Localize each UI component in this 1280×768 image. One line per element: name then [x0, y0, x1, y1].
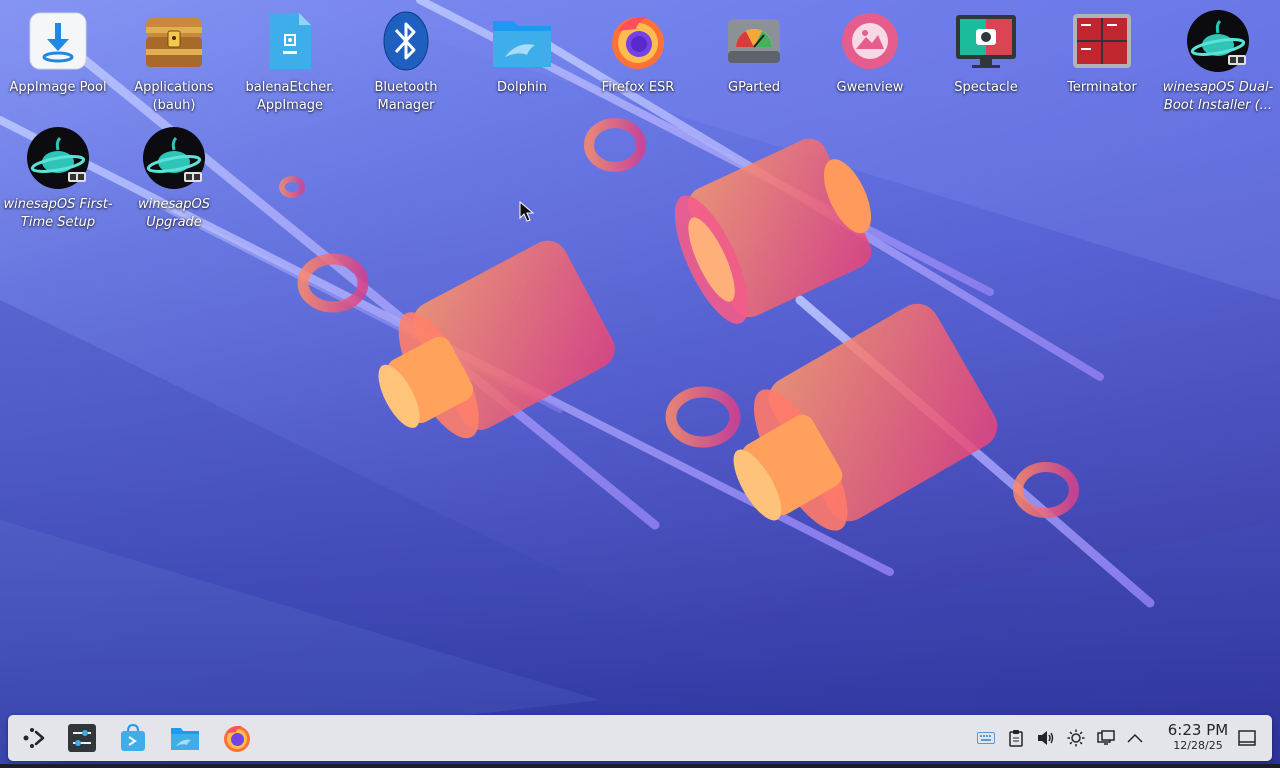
discover-button[interactable] [117, 722, 149, 754]
desktop-icon-label: winesapOS First-Time Setup [3, 197, 113, 230]
desktop-icon-label: AppImage Pool [9, 80, 107, 95]
mouse-cursor-icon [519, 201, 535, 222]
desktop-icon-applications-bauh[interactable]: Applications (bauh) [118, 9, 230, 115]
firefox-taskbar-button[interactable] [221, 722, 253, 754]
system-settings-button[interactable] [66, 722, 98, 754]
desktop-icon-label: winesapOS Dual-Boot Installer (... [1162, 80, 1274, 113]
screenshot-camera-icon [954, 9, 1018, 73]
desktop-icon-dolphin[interactable]: Dolphin [466, 9, 578, 97]
show-hidden-icons-button[interactable] [1125, 728, 1145, 748]
desktop-icon-label: balenaEtcher. AppImage [245, 80, 335, 113]
desktop-icon-gwenview[interactable]: Gwenview [814, 9, 926, 97]
desktop-icon-winesapos-first-time-setup[interactable]: winesapOS First-Time Setup [2, 126, 114, 232]
firefox-icon [224, 725, 250, 752]
appimage-pool-icon [26, 9, 90, 73]
bluetooth-icon [374, 9, 438, 73]
network-icon [1097, 730, 1115, 745]
folder-dolphin-icon [490, 9, 554, 73]
desktop[interactable]: AppImage Pool Applications (bauh) balena… [0, 0, 1280, 768]
desktop-icon-winesapos-dual-boot[interactable]: winesapOS Dual-Boot Installer (... [1162, 9, 1274, 115]
terminal-grid-icon [1070, 9, 1134, 73]
desktop-icon-appimage-pool[interactable]: AppImage Pool [2, 9, 114, 97]
desktop-icon-spectacle[interactable]: Spectacle [930, 9, 1042, 97]
taskbar-panel: 6:23 PM 12/28/25 [8, 715, 1272, 761]
disk-gauge-icon [722, 9, 786, 73]
winesapos-planet-icon [1186, 9, 1250, 73]
store-bag-icon [121, 723, 145, 751]
screen-bottom-edge [0, 764, 1280, 768]
dolphin-taskbar-button[interactable] [169, 722, 201, 754]
clock-time: 6:23 PM [1167, 721, 1229, 739]
desktop-icon-firefox-esr[interactable]: Firefox ESR [582, 9, 694, 97]
clipboard-button[interactable] [1006, 728, 1026, 748]
clock-date: 12/28/25 [1173, 739, 1223, 752]
gwenview-icon [838, 9, 902, 73]
sliders-icon [68, 724, 96, 752]
show-desktop-icon [1238, 730, 1256, 746]
kde-launcher-icon [23, 728, 45, 748]
brightness-icon [1067, 729, 1085, 747]
desktop-icon-label: winesapOS Upgrade [138, 197, 210, 230]
desktop-icon-balenaetcher[interactable]: balenaEtcher. AppImage [234, 9, 346, 115]
clipboard-icon [1009, 730, 1023, 747]
desktop-icon-label: Firefox ESR [601, 80, 675, 95]
chevron-up-icon [1127, 733, 1143, 743]
keyboard-icon [977, 732, 995, 744]
wallpaper [0, 0, 1280, 768]
desktop-icon-label: Terminator [1067, 80, 1137, 95]
desktop-icon-gparted[interactable]: GParted [698, 9, 810, 97]
appimage-file-icon [258, 9, 322, 73]
digital-clock[interactable]: 6:23 PM 12/28/25 [1148, 721, 1248, 753]
network-button[interactable] [1096, 728, 1116, 748]
desktop-icon-label: Gwenview [836, 80, 904, 95]
application-launcher-button[interactable] [18, 722, 50, 754]
desktop-icon-label: Spectacle [954, 80, 1018, 95]
folder-icon [171, 728, 199, 750]
desktop-icon-label: Bluetooth Manager [374, 80, 438, 113]
winesapos-planet-icon [142, 126, 206, 190]
treasure-chest-icon [142, 9, 206, 73]
desktop-icon-bluetooth-manager[interactable]: Bluetooth Manager [350, 9, 462, 115]
keyboard-layout-button[interactable] [976, 728, 996, 748]
firefox-icon [606, 9, 670, 73]
desktop-icon-label: Applications (bauh) [134, 80, 214, 113]
peek-at-desktop-button[interactable] [1237, 728, 1257, 748]
volume-button[interactable] [1036, 728, 1056, 748]
brightness-button[interactable] [1066, 728, 1086, 748]
winesapos-planet-icon [26, 126, 90, 190]
desktop-icon-label: GParted [728, 80, 780, 95]
desktop-icon-label: Dolphin [497, 80, 547, 95]
desktop-icon-winesapos-upgrade[interactable]: winesapOS Upgrade [118, 126, 230, 232]
desktop-icon-terminator[interactable]: Terminator [1046, 9, 1158, 97]
volume-icon [1038, 731, 1054, 745]
